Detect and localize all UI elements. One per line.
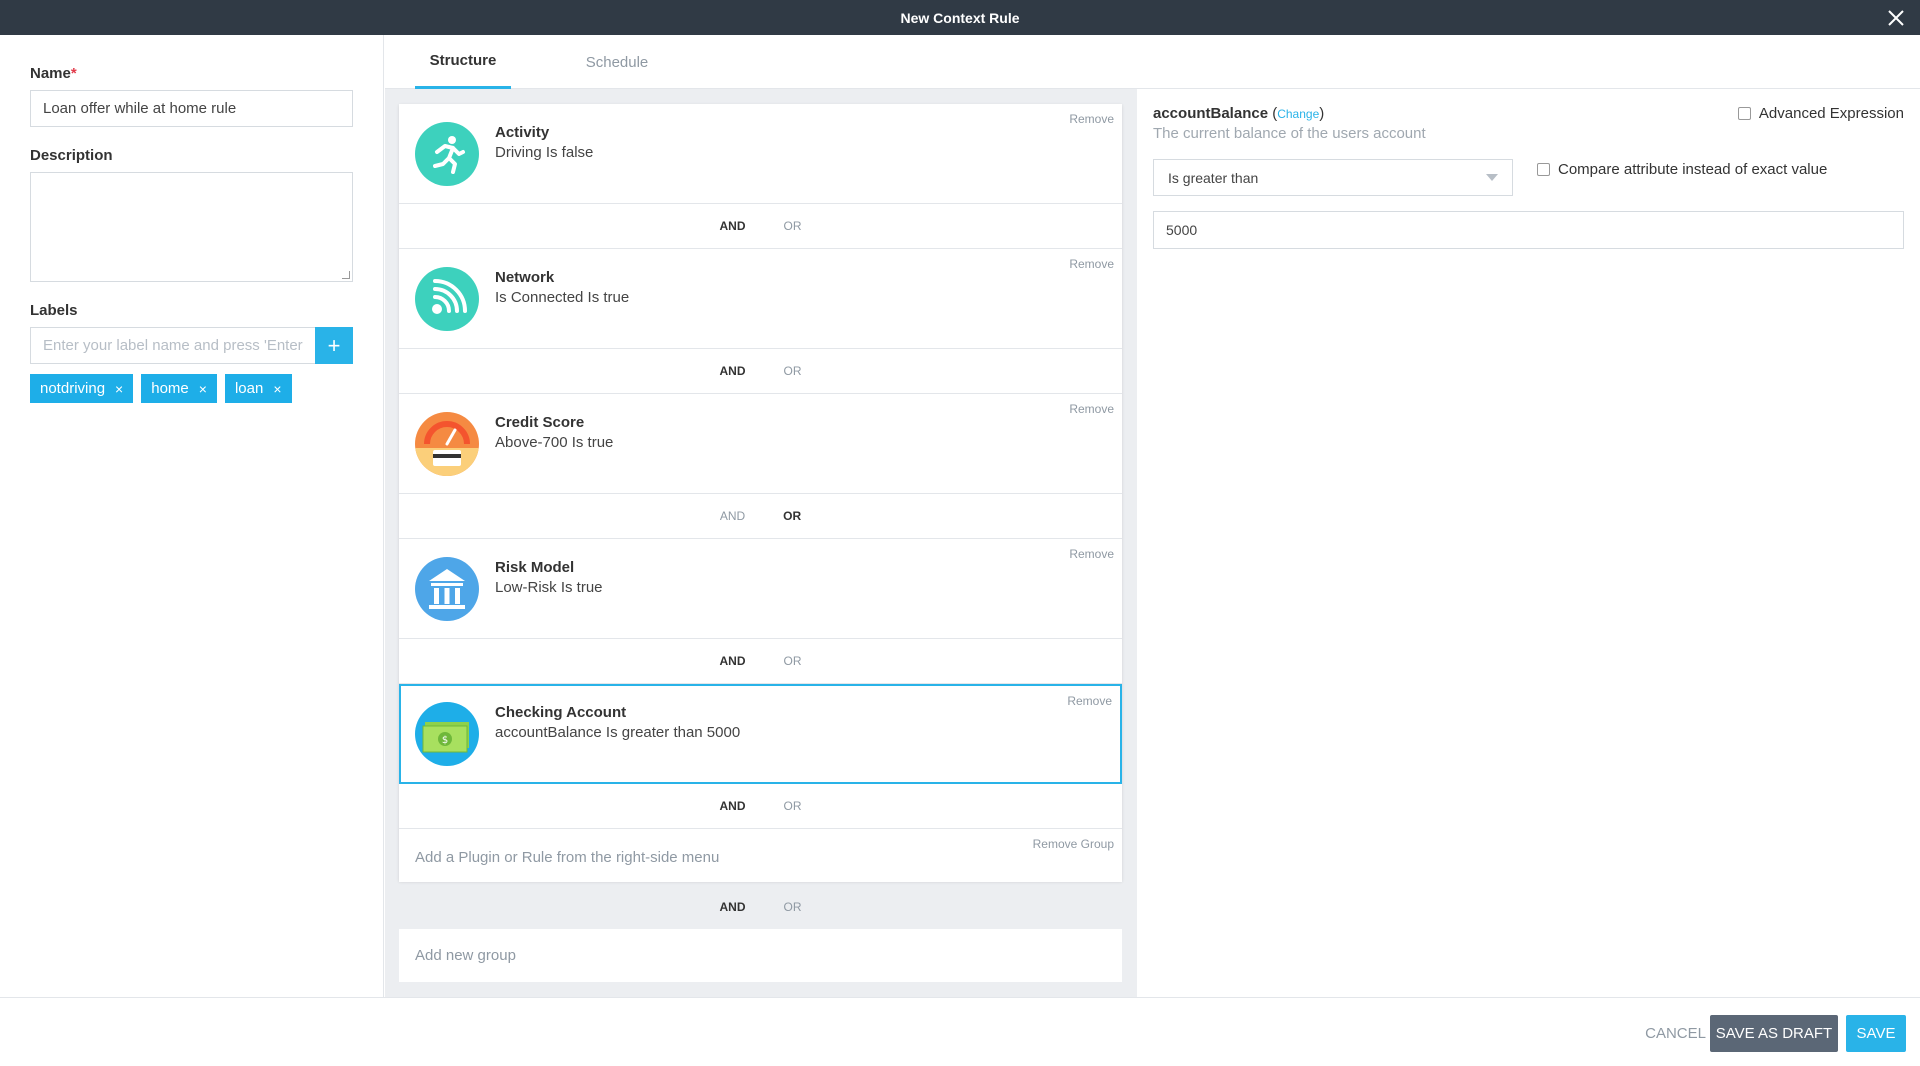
rule-description: accountBalance Is greater than 5000 <box>495 724 741 741</box>
remove-rule-button[interactable]: Remove <box>1067 694 1112 708</box>
resize-handle-icon[interactable] <box>342 271 350 279</box>
add-plugin-row[interactable]: Add a Plugin or Rule from the right-side… <box>399 829 1122 882</box>
rule-description: Is Connected Is true <box>495 289 630 306</box>
label-tag: home × <box>141 374 217 403</box>
and-toggle[interactable]: AND <box>720 654 746 668</box>
attribute-editor-panel: accountBalance (Change) The current bala… <box>1137 89 1920 997</box>
rule-card-checking-account[interactable]: Remove $ Checking Account accountBalance… <box>399 684 1122 784</box>
compare-attribute-option[interactable]: Compare attribute instead of exact value <box>1537 161 1827 178</box>
add-group-placeholder: Add new group <box>415 947 516 964</box>
label-tag: notdriving × <box>30 374 134 403</box>
or-toggle[interactable]: OR <box>784 799 802 813</box>
tab-structure[interactable]: Structure <box>415 35 511 89</box>
and-toggle[interactable]: AND <box>720 799 746 813</box>
label-tags: notdriving × home × loan × <box>30 374 353 403</box>
description-label: Description <box>30 147 113 164</box>
or-toggle[interactable]: OR <box>784 900 802 914</box>
remove-rule-button[interactable]: Remove <box>1069 112 1114 126</box>
rule-card-activity[interactable]: Remove Activity Driving Is false <box>399 104 1122 204</box>
rule-description: Driving Is false <box>495 144 594 161</box>
rule-connector: AND OR <box>399 639 1122 684</box>
save-as-draft-button[interactable]: SAVE AS DRAFT <box>1710 1015 1838 1052</box>
name-label: Name* <box>30 65 77 82</box>
rule-connector: AND OR <box>399 349 1122 394</box>
labels-label: Labels <box>30 302 78 319</box>
or-toggle[interactable]: OR <box>784 219 802 233</box>
footer-bar: CANCEL SAVE AS DRAFT SAVE <box>0 997 1920 1066</box>
rule-title: Credit Score <box>495 414 585 431</box>
rule-card-risk-model[interactable]: Remove Risk Model Low-Risk Is true <box>399 539 1122 639</box>
or-toggle[interactable]: OR <box>784 364 802 378</box>
advanced-expression-label: Advanced Expression <box>1758 105 1904 122</box>
add-group-row[interactable]: Add new group <box>399 929 1122 982</box>
rule-title: Risk Model <box>495 559 575 576</box>
save-button[interactable]: SAVE <box>1846 1015 1906 1052</box>
operator-value: Is greater than <box>1168 169 1259 186</box>
money-icon: $ <box>415 702 479 766</box>
change-attribute-link[interactable]: Change <box>1277 107 1319 121</box>
and-toggle[interactable]: AND <box>720 219 746 233</box>
name-input[interactable]: Loan offer while at home rule <box>30 90 353 127</box>
labels-input-row: Enter your label name and press 'Enter + <box>30 327 353 364</box>
tab-bar: Structure Schedule <box>385 35 1920 89</box>
group-connector: AND OR <box>399 884 1122 929</box>
and-toggle[interactable]: AND <box>720 364 746 378</box>
add-plugin-placeholder: Add a Plugin or Rule from the right-side… <box>415 849 720 866</box>
rule-connector: AND OR <box>399 494 1122 539</box>
remove-rule-button[interactable]: Remove <box>1069 402 1114 416</box>
or-toggle[interactable]: OR <box>784 654 802 668</box>
rule-card-network[interactable]: Remove Network Is Connected Is true <box>399 249 1122 349</box>
rule-title: Activity <box>495 124 550 141</box>
title-bar: New Context Rule <box>0 0 1920 35</box>
rule-title: Checking Account <box>495 704 627 721</box>
bank-icon <box>415 557 479 621</box>
tab-schedule[interactable]: Schedule <box>569 35 665 89</box>
remove-group-button[interactable]: Remove Group <box>1033 837 1114 851</box>
compare-attribute-label: Compare attribute instead of exact value <box>1558 161 1828 178</box>
svg-text:$: $ <box>442 735 448 746</box>
rule-connector: AND OR <box>399 204 1122 249</box>
advanced-expression-option[interactable]: Advanced Expression <box>1737 105 1904 122</box>
add-label-button[interactable]: + <box>315 327 353 364</box>
tag-text: notdriving <box>40 380 106 397</box>
wifi-icon <box>415 267 479 331</box>
tag-remove-icon[interactable]: × <box>273 381 281 397</box>
description-textarea[interactable] <box>30 172 353 282</box>
tag-remove-icon[interactable]: × <box>199 381 207 397</box>
attribute-description: The current balance of the users account <box>1153 125 1426 142</box>
tag-text: home <box>151 380 189 397</box>
rule-details-panel: Name* Loan offer while at home rule Desc… <box>0 35 384 997</box>
rule-description: Low-Risk Is true <box>495 579 603 596</box>
advanced-expression-checkbox[interactable] <box>1737 107 1751 120</box>
running-icon <box>415 122 479 186</box>
and-toggle[interactable]: AND <box>720 900 746 914</box>
remove-rule-button[interactable]: Remove <box>1069 547 1114 561</box>
operator-select[interactable]: Is greater than <box>1153 159 1513 196</box>
compare-attribute-checkbox[interactable] <box>1537 163 1550 176</box>
attribute-name: accountBalance (Change) <box>1153 105 1325 122</box>
value-input[interactable]: 5000 <box>1153 211 1904 249</box>
remove-rule-button[interactable]: Remove <box>1069 257 1114 271</box>
rule-description: Above-700 Is true <box>495 434 614 451</box>
required-mark: * <box>70 65 77 82</box>
structure-panel: Remove Activity Driving Is false AND OR … <box>385 89 1137 997</box>
or-toggle[interactable]: OR <box>783 509 801 523</box>
rule-connector: AND OR <box>399 784 1122 829</box>
chevron-down-icon <box>1486 174 1498 181</box>
rule-title: Network <box>495 269 555 286</box>
window-title: New Context Rule <box>900 9 1020 26</box>
label-tag: loan × <box>224 374 292 403</box>
rule-card-credit-score[interactable]: Remove Credit Score Above-700 Is true <box>399 394 1122 494</box>
and-toggle[interactable]: AND <box>720 509 745 523</box>
close-icon[interactable] <box>1886 8 1906 28</box>
label-input[interactable]: Enter your label name and press 'Enter <box>30 327 315 364</box>
credit-gauge-icon <box>415 412 479 476</box>
rule-group: Remove Activity Driving Is false AND OR … <box>399 104 1122 882</box>
tag-remove-icon[interactable]: × <box>115 381 123 397</box>
cancel-button[interactable]: CANCEL <box>1645 1015 1706 1052</box>
tag-text: loan <box>234 380 264 397</box>
